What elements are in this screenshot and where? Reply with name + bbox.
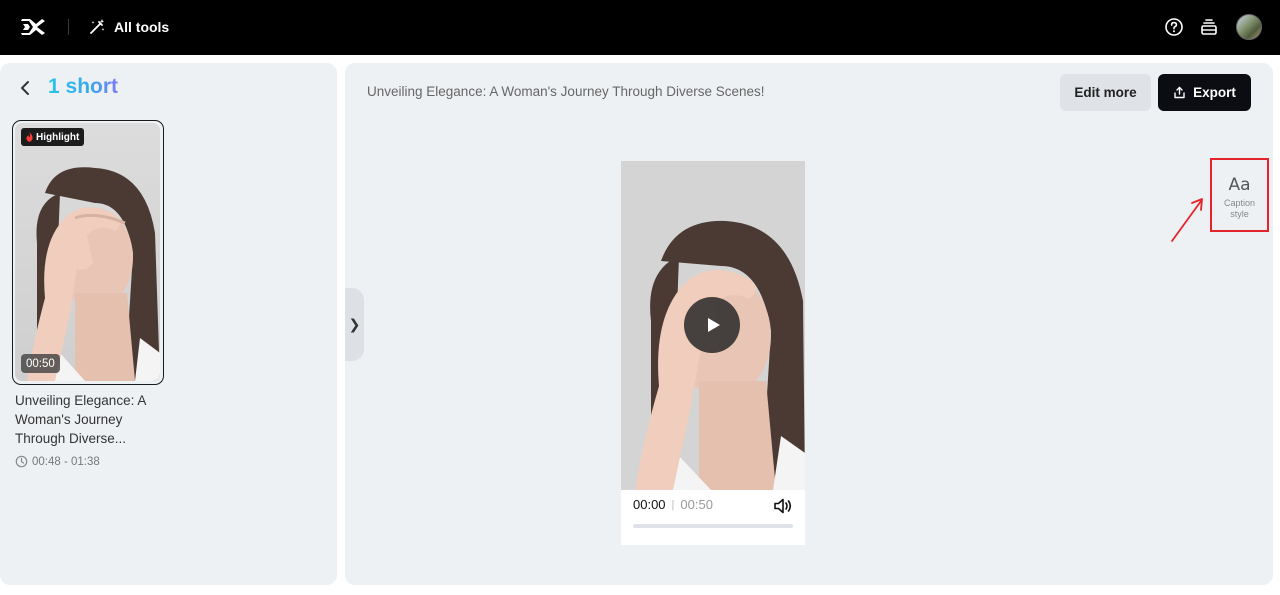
collapse-panel-handle[interactable]: ❯ xyxy=(345,288,364,361)
caption-style-button[interactable]: Aa Caption style xyxy=(1210,158,1269,232)
annotation-arrow-icon xyxy=(1171,198,1203,242)
total-time: 00:50 xyxy=(680,497,713,512)
topbar-divider xyxy=(68,19,69,35)
time-separator: | xyxy=(671,498,675,511)
caption-style-label: Caption style xyxy=(1223,198,1256,219)
clip-duration-badge: 00:50 xyxy=(21,354,60,373)
play-icon xyxy=(707,318,720,332)
export-icon xyxy=(1174,86,1185,99)
magic-wand-icon xyxy=(90,19,105,34)
current-time: 00:00 xyxy=(633,497,666,512)
edit-more-button[interactable]: Edit more xyxy=(1060,74,1151,111)
all-tools-button[interactable]: All tools xyxy=(88,16,169,38)
stack-icon[interactable] xyxy=(1199,17,1219,37)
clip-time-range: 00:48 - 01:38 xyxy=(15,455,100,468)
short-clip-card[interactable]: Highlight 00:50 xyxy=(12,120,164,385)
top-bar: All tools xyxy=(0,0,1280,55)
help-icon[interactable] xyxy=(1164,17,1184,37)
shorts-count-title: 1 short xyxy=(48,75,119,98)
short-clip-thumbnail xyxy=(15,123,160,381)
volume-icon[interactable] xyxy=(773,497,793,515)
video-title: Unveiling Elegance: A Woman's Journey Th… xyxy=(367,84,765,99)
clock-icon xyxy=(15,455,28,468)
clip-time-range-label: 00:48 - 01:38 xyxy=(32,455,100,468)
export-button[interactable]: Export xyxy=(1158,74,1251,111)
caption-style-icon: Aa xyxy=(1228,175,1250,195)
shorts-list-panel: 1 short Highlight 00:50 Unveiling Elegan… xyxy=(0,63,337,585)
flame-icon xyxy=(26,132,33,142)
highlight-badge-label: Highlight xyxy=(36,131,80,143)
highlight-badge: Highlight xyxy=(21,128,85,146)
preview-panel: Unveiling Elegance: A Woman's Journey Th… xyxy=(345,63,1273,585)
time-display: 00:00 | 00:50 xyxy=(633,497,713,512)
all-tools-label: All tools xyxy=(114,19,170,35)
video-player: 00:00 | 00:50 xyxy=(621,161,805,545)
chevron-right-icon: ❯ xyxy=(348,316,361,332)
capcut-logo-icon[interactable] xyxy=(20,15,46,39)
progress-bar[interactable] xyxy=(633,524,793,528)
avatar[interactable] xyxy=(1236,14,1262,40)
clip-caption[interactable]: Unveiling Elegance: A Woman's Journey Th… xyxy=(15,391,165,448)
caption-style-icon-text: Aa xyxy=(1228,175,1251,195)
export-label: Export xyxy=(1193,85,1236,100)
back-arrow-icon[interactable] xyxy=(14,77,36,99)
play-button[interactable] xyxy=(684,297,740,353)
